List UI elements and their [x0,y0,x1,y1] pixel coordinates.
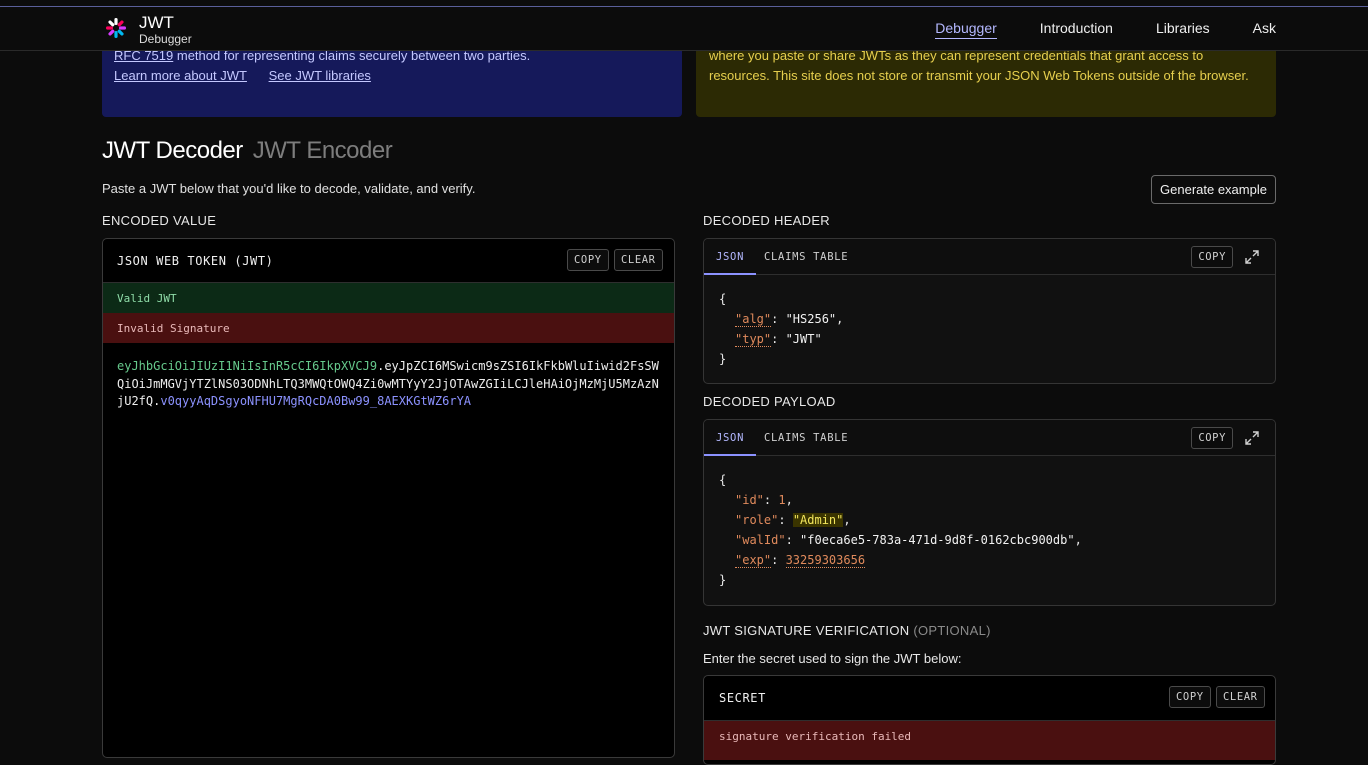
json-key: "alg" [735,312,772,327]
copy-token-button[interactable]: COPY [567,249,609,271]
decoder-lead-text: Paste a JWT below that you'd like to dec… [102,181,476,196]
tab-header-json[interactable]: JSON [704,239,757,275]
token-textarea[interactable]: eyJhbGciOiJIUzI1NiIsInR5cCI6IkpXVCJ9.eyJ… [103,343,674,426]
json-key: "typ" [735,332,772,347]
brand-title: JWT [139,13,174,32]
mode-tabs: JWT Decoder JWT Encoder [102,137,393,165]
tab-payload-json[interactable]: JSON [704,420,757,456]
encoded-panel: JSON WEB TOKEN (JWT) COPY CLEAR Valid JW… [102,238,675,758]
decoded-header-panel: JSON CLAIMS TABLE COPY { "alg": "HS256",… [703,238,1276,384]
tab-payload-claims-table[interactable]: CLAIMS TABLE [752,420,860,456]
token-header-part: eyJhbGciOiJIUzI1NiIsInR5cCI6IkpXVCJ9 [117,359,378,373]
signature-section-title: JWT SIGNATURE VERIFICATION [703,623,910,638]
encoded-panel-title: JSON WEB TOKEN (JWT) [117,254,274,268]
clear-secret-button[interactable]: CLEAR [1216,686,1265,708]
generate-example-button[interactable]: Generate example [1151,175,1276,204]
brand-subtitle: Debugger [139,32,192,46]
decoded-header-json: { "alg": "HS256", "typ": "JWT" } [719,292,844,366]
json-key: "role" [735,513,779,527]
invalid-signature-status: Invalid Signature [103,313,674,343]
expand-icon[interactable] [1245,250,1259,264]
nav-introduction[interactable]: Introduction [1040,20,1113,39]
json-key: "exp" [735,553,772,568]
decoded-payload-panel: JSON CLAIMS TABLE COPY { "id": 1, "role"… [703,419,1276,606]
nav-ask[interactable]: Ask [1253,20,1276,39]
secret-panel: SECRET COPY CLEAR signature verification… [703,675,1276,765]
valid-jwt-status: Valid JWT [103,283,674,313]
decoded-payload-tabs: JSON CLAIMS TABLE COPY [704,420,1275,456]
copy-header-button[interactable]: COPY [1191,246,1233,268]
signature-failed-status: signature verification failed [704,720,1275,760]
json-value: "Admin" [792,513,844,527]
nav-links: Debugger Introduction Libraries Ask [935,20,1276,39]
nav-debugger[interactable]: Debugger [935,20,997,39]
tab-jwt-encoder[interactable]: JWT Encoder [253,137,393,164]
json-value: "JWT" [785,332,822,346]
json-value: 1 [778,493,786,507]
token-signature-part: v0qyyAqDSgyoNFHU7MgRQcDA0Bw99_8AEXKGtWZ6… [160,394,472,408]
secret-lead-text: Enter the secret used to sign the JWT be… [703,651,962,666]
json-key: "id" [735,493,764,507]
json-value: "f0eca6e5-783a-471d-9d8f-0162cbc900db" [800,533,1075,547]
top-nav: JWT Debugger Debugger Introduction Libra… [0,7,1368,51]
clear-token-button[interactable]: CLEAR [614,249,663,271]
info-banner-links: Learn more about JWT See JWT libraries [114,68,389,83]
signature-section-label: JWT SIGNATURE VERIFICATION (OPTIONAL) [703,623,991,638]
secret-panel-title: SECRET [719,691,766,705]
encoded-section-label: ENCODED VALUE [102,213,217,228]
tab-jwt-decoder[interactable]: JWT Decoder [102,137,243,164]
copy-payload-button[interactable]: COPY [1191,427,1233,449]
jwt-logo-icon[interactable] [105,17,127,39]
optional-label: (OPTIONAL) [913,623,991,638]
learn-more-link[interactable]: Learn more about JWT [114,68,247,83]
decoded-header-label: DECODED HEADER [703,213,830,228]
decoded-header-tabs: JSON CLAIMS TABLE COPY [704,239,1275,275]
decoded-payload-label: DECODED PAYLOAD [703,394,836,409]
expand-icon[interactable] [1245,431,1259,445]
copy-secret-button[interactable]: COPY [1169,686,1211,708]
warning-banner-text: where you paste or share JWTs as they ca… [709,48,1249,83]
see-libraries-link[interactable]: See JWT libraries [269,68,371,83]
nav-libraries[interactable]: Libraries [1156,20,1210,39]
json-value: "HS256" [785,312,837,326]
encoded-panel-header: JSON WEB TOKEN (JWT) COPY CLEAR [103,239,674,283]
decoded-payload-json: { "id": 1, "role": "Admin", "walId": "f0… [719,473,1082,587]
json-value: 33259303656 [785,553,866,568]
json-key: "walId" [735,533,786,547]
tab-header-claims-table[interactable]: CLAIMS TABLE [752,239,860,275]
